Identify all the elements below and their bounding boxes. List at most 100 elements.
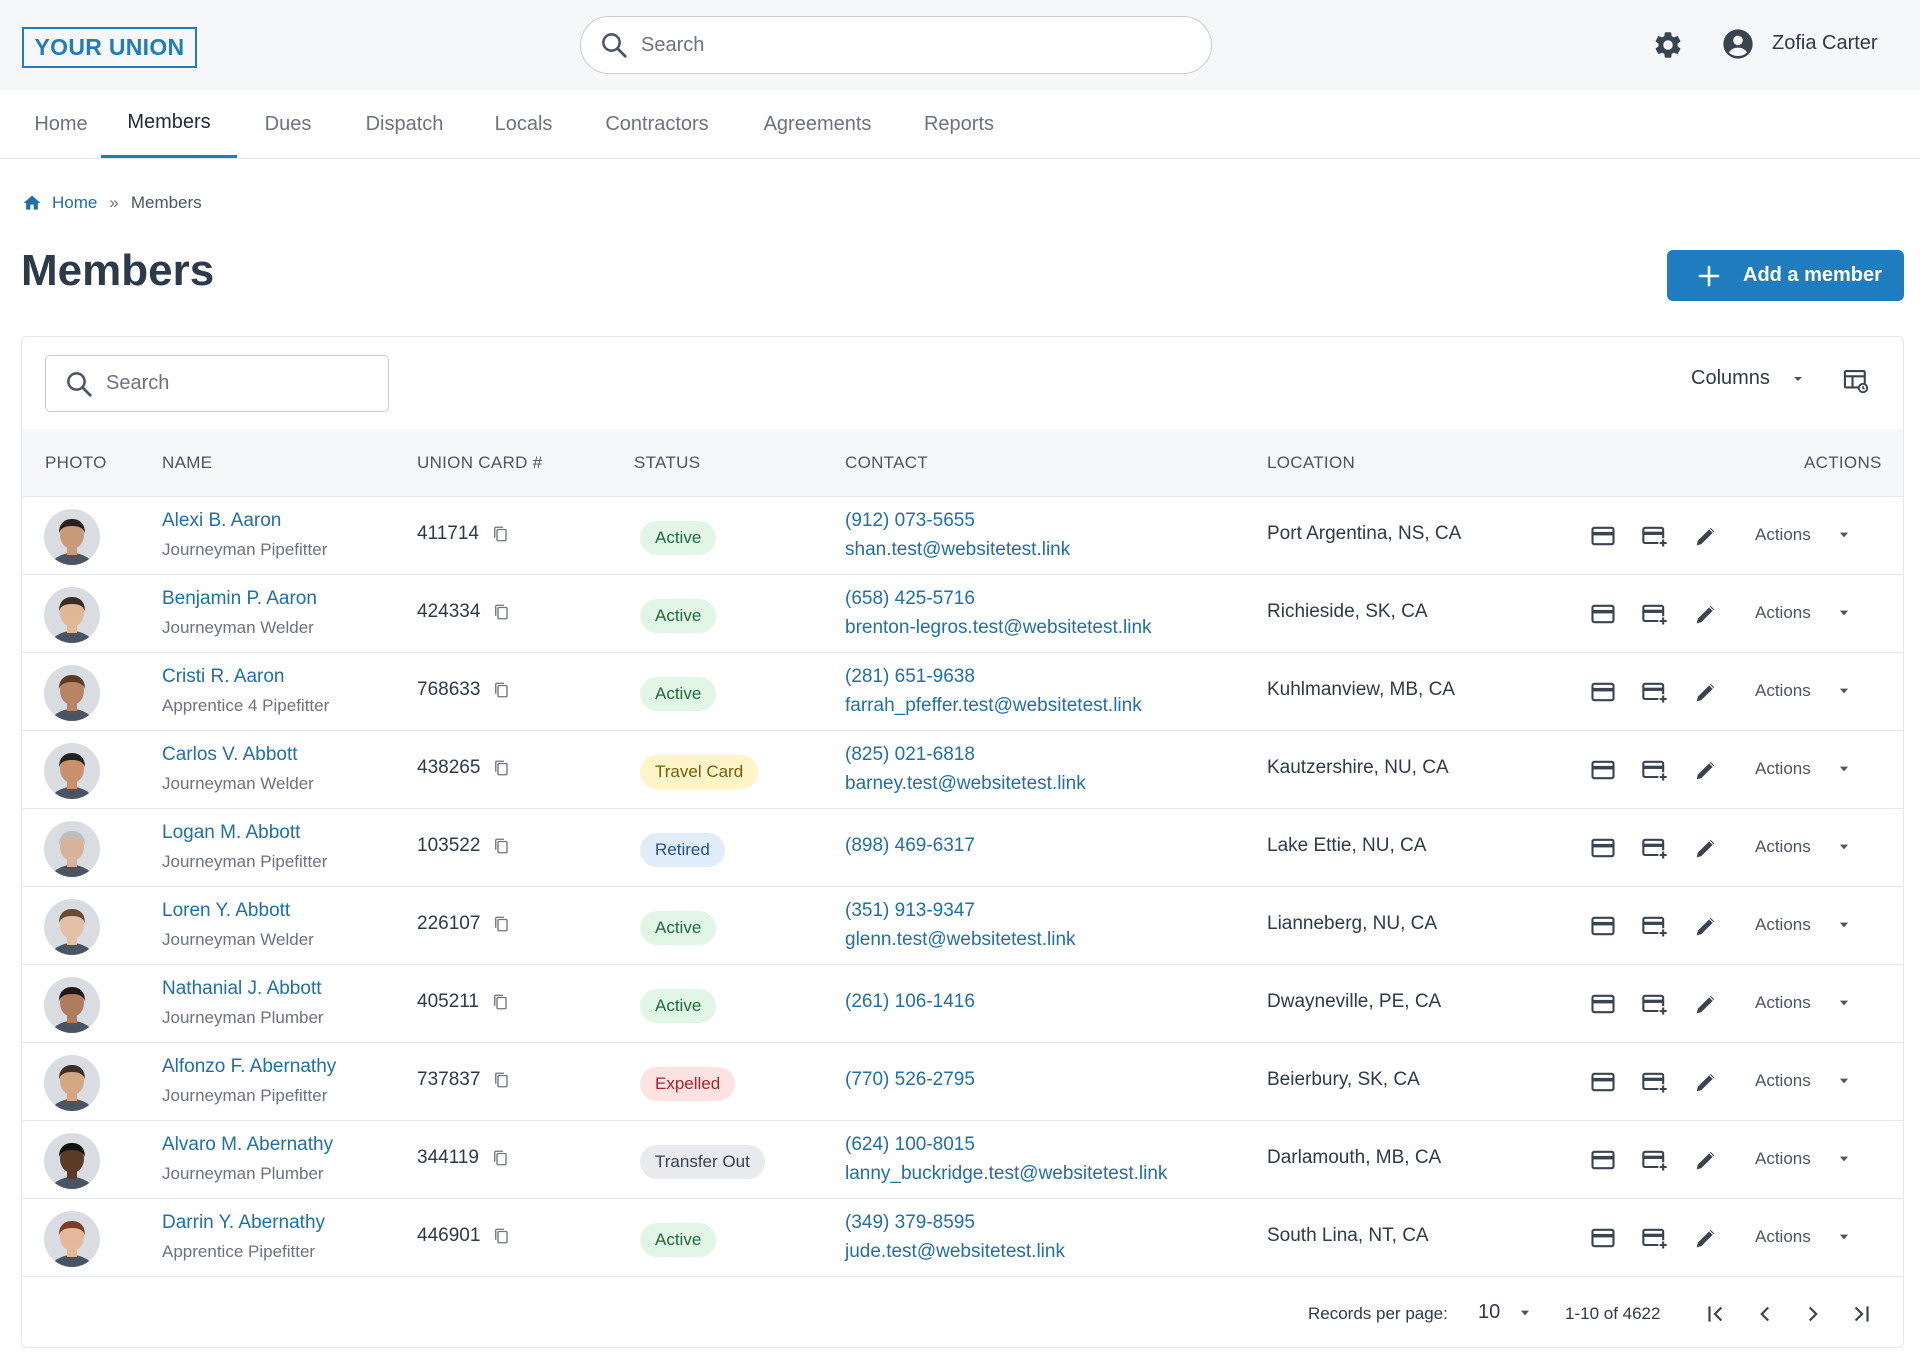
add-payment-icon[interactable] bbox=[1641, 1068, 1669, 1096]
last-page-icon[interactable] bbox=[1848, 1301, 1874, 1327]
add-payment-icon[interactable] bbox=[1641, 756, 1669, 784]
table-row[interactable]: Cristi R. Aaron Apprentice 4 Pipefitter … bbox=[22, 653, 1903, 731]
member-name-link[interactable]: Darrin Y. Abernathy bbox=[162, 1212, 325, 1234]
add-payment-icon[interactable] bbox=[1641, 1146, 1669, 1174]
add-member-button[interactable]: Add a member bbox=[1667, 250, 1904, 301]
member-phone-link[interactable]: (281) 651-9638 bbox=[845, 666, 975, 688]
copy-icon[interactable] bbox=[491, 1149, 509, 1167]
member-photo[interactable] bbox=[44, 509, 100, 565]
add-payment-icon[interactable] bbox=[1641, 834, 1669, 862]
member-phone-link[interactable]: (825) 021-6818 bbox=[845, 744, 975, 766]
member-name-link[interactable]: Loren Y. Abbott bbox=[162, 900, 290, 922]
credit-card-icon[interactable] bbox=[1589, 834, 1617, 862]
row-actions-dropdown[interactable]: Actions bbox=[1755, 603, 1851, 623]
member-name-link[interactable]: Alvaro M. Abernathy bbox=[162, 1134, 333, 1156]
member-email-link[interactable]: shan.test@websitetest.link bbox=[845, 539, 1070, 561]
global-search[interactable] bbox=[580, 16, 1212, 74]
row-actions-dropdown[interactable]: Actions bbox=[1755, 1227, 1851, 1247]
member-phone-link[interactable]: (624) 100-8015 bbox=[845, 1134, 975, 1156]
nav-dues[interactable]: Dues bbox=[263, 90, 313, 158]
table-row[interactable]: Nathanial J. Abbott Journeyman Plumber 4… bbox=[22, 965, 1903, 1043]
row-actions-dropdown[interactable]: Actions bbox=[1755, 837, 1851, 857]
member-name-link[interactable]: Alfonzo F. Abernathy bbox=[162, 1056, 336, 1078]
copy-icon[interactable] bbox=[492, 759, 510, 777]
credit-card-icon[interactable] bbox=[1589, 678, 1617, 706]
first-page-icon[interactable] bbox=[1703, 1301, 1729, 1327]
nav-reports[interactable]: Reports bbox=[920, 90, 998, 158]
credit-card-icon[interactable] bbox=[1589, 1224, 1617, 1252]
nav-agreements[interactable]: Agreements bbox=[759, 90, 876, 158]
records-per-page-select[interactable]: 10 bbox=[1478, 1301, 1532, 1324]
table-row[interactable]: Logan M. Abbott Journeyman Pipefitter 10… bbox=[22, 809, 1903, 887]
member-photo[interactable] bbox=[44, 1055, 100, 1111]
pencil-icon[interactable] bbox=[1692, 1146, 1720, 1174]
member-photo[interactable] bbox=[44, 977, 100, 1033]
copy-icon[interactable] bbox=[492, 837, 510, 855]
member-photo[interactable] bbox=[44, 743, 100, 799]
member-phone-link[interactable]: (351) 913-9347 bbox=[845, 900, 975, 922]
table-row[interactable]: Carlos V. Abbott Journeyman Welder 43826… bbox=[22, 731, 1903, 809]
global-search-input[interactable] bbox=[641, 33, 1161, 57]
nav-members[interactable]: Members bbox=[101, 90, 237, 158]
member-email-link[interactable]: glenn.test@websitetest.link bbox=[845, 929, 1076, 951]
add-payment-icon[interactable] bbox=[1641, 678, 1669, 706]
pencil-icon[interactable] bbox=[1692, 834, 1720, 862]
member-email-link[interactable]: barney.test@websitetest.link bbox=[845, 773, 1086, 795]
user-name[interactable]: Zofia Carter bbox=[1772, 32, 1878, 55]
header-status[interactable]: STATUS bbox=[634, 429, 700, 497]
credit-card-icon[interactable] bbox=[1589, 1146, 1617, 1174]
member-phone-link[interactable]: (261) 106-1416 bbox=[845, 991, 975, 1013]
row-actions-dropdown[interactable]: Actions bbox=[1755, 1149, 1851, 1169]
member-phone-link[interactable]: (898) 469-6317 bbox=[845, 835, 975, 857]
member-email-link[interactable]: jude.test@websitetest.link bbox=[845, 1241, 1065, 1263]
copy-icon[interactable] bbox=[491, 993, 509, 1011]
row-actions-dropdown[interactable]: Actions bbox=[1755, 915, 1851, 935]
breadcrumb-home[interactable]: Home bbox=[52, 193, 97, 213]
member-name-link[interactable]: Carlos V. Abbott bbox=[162, 744, 298, 766]
pencil-icon[interactable] bbox=[1692, 1224, 1720, 1252]
member-name-link[interactable]: Nathanial J. Abbott bbox=[162, 978, 322, 1000]
nav-locals[interactable]: Locals bbox=[492, 90, 555, 158]
member-phone-link[interactable]: (770) 526-2795 bbox=[845, 1069, 975, 1091]
member-phone-link[interactable]: (349) 379-8595 bbox=[845, 1212, 975, 1234]
header-union-card[interactable]: UNION CARD # bbox=[417, 429, 542, 497]
copy-icon[interactable] bbox=[492, 1227, 510, 1245]
gear-icon[interactable] bbox=[1652, 29, 1684, 61]
columns-button[interactable]: Columns bbox=[1691, 367, 1806, 390]
row-actions-dropdown[interactable]: Actions bbox=[1755, 1071, 1851, 1091]
table-row[interactable]: Loren Y. Abbott Journeyman Welder 226107… bbox=[22, 887, 1903, 965]
previous-page-icon[interactable] bbox=[1752, 1301, 1778, 1327]
add-payment-icon[interactable] bbox=[1641, 522, 1669, 550]
row-actions-dropdown[interactable]: Actions bbox=[1755, 759, 1851, 779]
add-payment-icon[interactable] bbox=[1641, 1224, 1669, 1252]
credit-card-icon[interactable] bbox=[1589, 912, 1617, 940]
nav-home[interactable]: Home bbox=[22, 90, 100, 158]
member-email-link[interactable]: lanny_buckridge.test@websitetest.link bbox=[845, 1163, 1167, 1185]
table-search-input[interactable] bbox=[106, 372, 366, 395]
member-name-link[interactable]: Cristi R. Aaron bbox=[162, 666, 284, 688]
member-photo[interactable] bbox=[44, 899, 100, 955]
nav-contractors[interactable]: Contractors bbox=[599, 90, 715, 158]
member-name-link[interactable]: Alexi B. Aaron bbox=[162, 510, 281, 532]
credit-card-icon[interactable] bbox=[1589, 600, 1617, 628]
pencil-icon[interactable] bbox=[1692, 678, 1720, 706]
member-email-link[interactable]: brenton-legros.test@websitetest.link bbox=[845, 617, 1152, 639]
add-payment-icon[interactable] bbox=[1641, 990, 1669, 1018]
table-search[interactable] bbox=[45, 355, 389, 412]
table-row[interactable]: Darrin Y. Abernathy Apprentice Pipefitte… bbox=[22, 1199, 1903, 1277]
member-photo[interactable] bbox=[44, 1133, 100, 1189]
next-page-icon[interactable] bbox=[1800, 1301, 1826, 1327]
member-phone-link[interactable]: (658) 425-5716 bbox=[845, 588, 975, 610]
copy-icon[interactable] bbox=[491, 525, 509, 543]
table-settings-icon[interactable] bbox=[1842, 367, 1870, 395]
table-row[interactable]: Alexi B. Aaron Journeyman Pipefitter 411… bbox=[22, 497, 1903, 575]
copy-icon[interactable] bbox=[492, 1071, 510, 1089]
member-photo[interactable] bbox=[44, 587, 100, 643]
member-name-link[interactable]: Logan M. Abbott bbox=[162, 822, 300, 844]
pencil-icon[interactable] bbox=[1692, 1068, 1720, 1096]
member-photo[interactable] bbox=[44, 665, 100, 721]
member-photo[interactable] bbox=[44, 1211, 100, 1267]
table-row[interactable]: Alvaro M. Abernathy Journeyman Plumber 3… bbox=[22, 1121, 1903, 1199]
credit-card-icon[interactable] bbox=[1589, 990, 1617, 1018]
member-email-link[interactable]: farrah_pfeffer.test@websitetest.link bbox=[845, 695, 1142, 717]
